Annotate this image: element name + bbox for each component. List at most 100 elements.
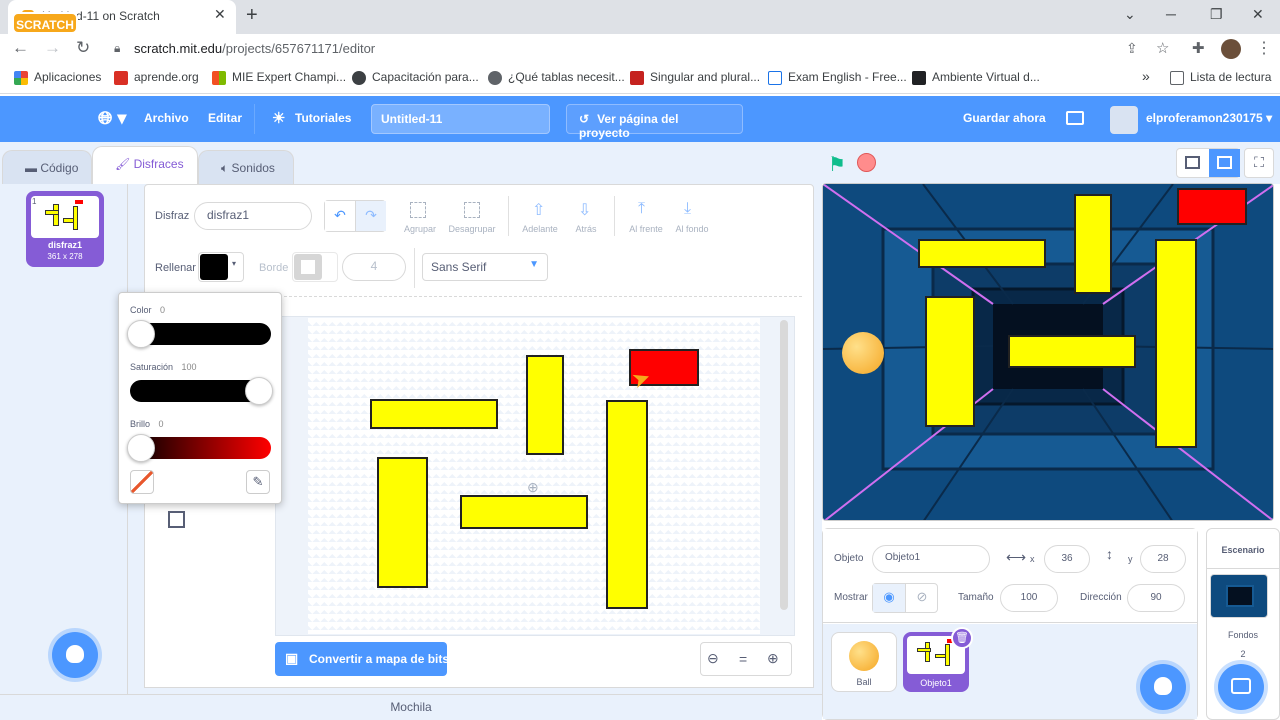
language-globe-icon[interactable]: 🌐︎ ▾ (98, 108, 126, 129)
redo-icon[interactable]: ↷ (356, 201, 386, 231)
undo-icon[interactable]: ↶ (325, 201, 356, 231)
choose-backdrop-button[interactable] (1218, 664, 1264, 710)
menu-archivo[interactable]: Archivo (144, 111, 189, 125)
tab-sounds[interactable]: 🔈︎ Sonidos (198, 150, 294, 184)
bookmark-item[interactable]: Exam English - Free... (768, 70, 907, 85)
ungroup-button[interactable]: Desagrupar (446, 200, 498, 240)
url-field[interactable]: 🔒︎ scratch.mit.edu/projects/657671171/ed… (104, 37, 1144, 61)
eye-icon[interactable]: ◉ (873, 584, 906, 612)
chevron-down-icon[interactable]: ⌄ (1124, 6, 1136, 23)
to-front-button[interactable]: ⤒ Al frente (624, 200, 668, 240)
yellow-rect-shape[interactable] (370, 399, 498, 429)
bookmark-item[interactable]: Singular and plural... (630, 70, 760, 85)
sprite-tile[interactable]: Ball (831, 632, 897, 692)
preview-shape (53, 204, 59, 226)
costume-name-input[interactable]: disfraz1 (194, 202, 312, 230)
profile-avatar[interactable] (1221, 39, 1241, 59)
star-icon[interactable]: ☆ (1156, 39, 1169, 57)
bookmark-item[interactable]: Aplicaciones (14, 70, 101, 85)
user-avatar[interactable] (1110, 106, 1138, 134)
choose-sprite-button[interactable] (1140, 664, 1186, 710)
backdrop-thumbnail[interactable] (1210, 574, 1268, 618)
zoom-in-icon[interactable]: ⊕ (767, 650, 779, 667)
yellow-rect-shape[interactable] (377, 457, 428, 588)
color-slider-knob[interactable] (127, 320, 155, 348)
x-input[interactable]: 36 (1044, 545, 1090, 573)
extensions-icon[interactable]: ✚ (1192, 39, 1205, 57)
forward-label: Adelante (522, 224, 558, 234)
saturation-slider-knob[interactable] (245, 377, 273, 405)
bookmark-item[interactable]: Ambiente Virtual d... (912, 70, 1040, 85)
save-now-button[interactable]: Guardar ahora (963, 111, 1046, 125)
scratch-logo[interactable]: SCRATCH (12, 12, 78, 34)
costume-preview (31, 196, 99, 238)
forward-arrow-icon[interactable]: → (44, 38, 61, 58)
close-tab-icon[interactable]: ✕ (214, 6, 226, 23)
toolbar-divider (614, 196, 615, 236)
new-tab-button[interactable]: + (246, 4, 258, 27)
bookmark-label: Singular and plural... (650, 70, 761, 84)
stop-icon[interactable] (857, 153, 876, 172)
green-flag-icon[interactable]: ⚑ (828, 152, 846, 177)
size-input[interactable]: 100 (1000, 584, 1058, 612)
minimize-button[interactable]: ─ (1166, 6, 1176, 22)
border-width-input[interactable]: 4 (342, 253, 406, 281)
menu-dots-icon[interactable]: ⋮ (1256, 38, 1272, 58)
fullscreen-icon[interactable]: ⛶ (1244, 148, 1274, 178)
normal-stage-button[interactable] (1209, 149, 1240, 177)
border-color-picker[interactable] (292, 252, 338, 282)
convert-bitmap-button[interactable]: ▣ Convertir a mapa de bits (275, 642, 449, 676)
y-input[interactable]: 28 (1140, 545, 1186, 573)
zoom-out-icon[interactable]: ⊖ (707, 650, 719, 667)
yellow-rect-shape[interactable] (460, 495, 588, 529)
color-slider-label: Color 0 (130, 305, 165, 315)
bookmark-item[interactable]: aprende.org (114, 70, 199, 85)
reading-list[interactable]: Lista de lectura (1170, 70, 1271, 85)
direction-input[interactable]: 90 (1127, 584, 1185, 612)
to-back-button[interactable]: ⤓ Al fondo (670, 200, 714, 240)
backpack-bar[interactable]: Mochila (0, 694, 822, 720)
tab-costumes-label: Disfraces (133, 157, 184, 171)
vertical-arrows-icon: ↕ (1106, 546, 1113, 562)
see-project-page-button[interactable]: ↺ Ver página del proyecto (566, 104, 743, 140)
my-stuff-folder-icon[interactable] (1066, 111, 1084, 125)
sprite-name-input[interactable]: Objeto1 (872, 545, 990, 573)
stage[interactable] (822, 183, 1274, 521)
reload-icon[interactable]: ↻ (76, 38, 90, 58)
bookmark-item[interactable]: MIE Expert Champi... (212, 70, 346, 85)
zoom-reset-button[interactable]: = (739, 651, 747, 667)
back-arrow-icon[interactable]: ← (12, 38, 29, 58)
username-menu[interactable]: elproferamon230175 ▾ (1146, 111, 1272, 125)
small-stage-icon[interactable] (1185, 156, 1200, 169)
backward-button[interactable]: ⇩ Atrás (566, 200, 606, 240)
group-button[interactable]: Agrupar (398, 200, 442, 240)
no-color-swatch[interactable] (130, 470, 154, 494)
stage-yellow-rect (1074, 194, 1112, 294)
menu-editar[interactable]: Editar (208, 111, 242, 125)
close-window-button[interactable]: ✕ (1252, 6, 1264, 23)
visibility-toggle: ◉ ⊘ (872, 583, 938, 613)
canvas-scrollbar[interactable] (780, 320, 788, 610)
bookmark-item[interactable]: ¿Qué tablas necesit... (488, 70, 625, 85)
forward-button[interactable]: ⇧ Adelante (518, 200, 562, 240)
trash-icon[interactable]: 🗑︎ (951, 627, 973, 649)
menu-tutoriales[interactable]: Tutoriales (295, 111, 351, 125)
yellow-rect-shape[interactable] (606, 400, 648, 609)
brightness-slider-knob[interactable] (127, 434, 155, 462)
tab-costumes[interactable]: 🖌︎ Disfraces (92, 146, 198, 184)
backdrop-thumbnail-inner (1226, 585, 1254, 607)
choose-costume-button[interactable] (52, 632, 98, 678)
fill-color-picker[interactable]: ▾ (198, 252, 244, 282)
more-bookmarks-icon[interactable]: » (1142, 68, 1150, 84)
eye-slash-icon[interactable]: ⊘ (906, 584, 938, 612)
project-title-input[interactable]: Untitled-11 (371, 104, 550, 134)
maximize-button[interactable]: ❐ (1210, 6, 1223, 23)
bookmark-item[interactable]: Capacitación para... (352, 70, 479, 85)
eyedropper-icon[interactable]: ✎ (246, 470, 270, 494)
yellow-rect-shape[interactable] (526, 355, 564, 455)
font-dropdown[interactable]: Sans Serif ▼ (422, 253, 548, 281)
tab-code[interactable]: ▬ Código (2, 150, 92, 184)
share-icon[interactable]: ⇪ (1126, 40, 1138, 57)
rectangle-tool-icon[interactable] (168, 511, 185, 528)
costume-thumbnail[interactable]: 1 disfraz1 361 x 278 (26, 191, 104, 267)
